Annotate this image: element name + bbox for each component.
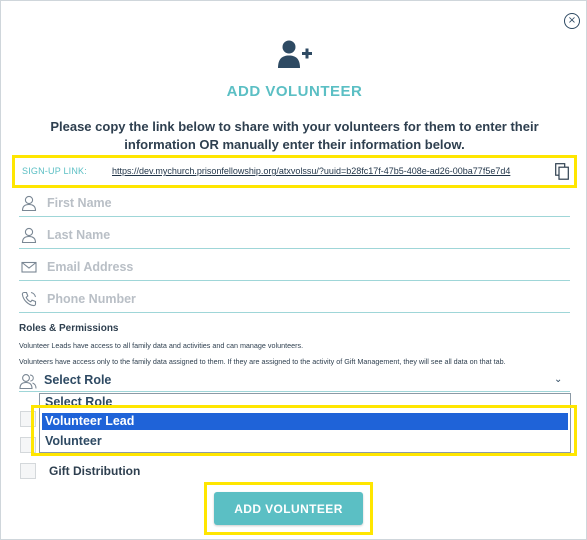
options-highlight-box — [31, 405, 577, 456]
phone-icon — [21, 291, 37, 307]
role-select[interactable]: Select Role ⌄ — [19, 370, 570, 392]
copy-icon[interactable] — [555, 163, 569, 180]
gift-distribution-checkbox[interactable] — [20, 463, 36, 479]
signup-link-label: SIGN-UP LINK: — [22, 166, 87, 176]
role-select-value: Select Role — [44, 373, 112, 387]
add-volunteer-button[interactable]: ADD VOLUNTEER — [214, 492, 363, 525]
phone-input[interactable] — [47, 289, 547, 309]
last-name-input[interactable] — [47, 225, 547, 245]
phone-field-row — [19, 287, 570, 313]
first-name-input[interactable] — [47, 193, 547, 213]
volunteer-lead-description: Volunteer Leads have access to all famil… — [19, 341, 304, 350]
email-input[interactable] — [47, 257, 547, 277]
volunteer-description: Volunteers have access only to the famil… — [19, 357, 506, 366]
add-button-highlight-box: ADD VOLUNTEER — [204, 482, 373, 535]
user-icon — [21, 195, 37, 211]
close-icon[interactable]: × — [564, 13, 580, 29]
chevron-down-icon[interactable]: ⌄ — [554, 374, 562, 385]
instructions-text: Please copy the link below to share with… — [50, 119, 539, 152]
envelope-icon — [21, 261, 37, 273]
email-field-row — [19, 255, 570, 281]
roles-permissions-heading: Roles & Permissions — [19, 323, 119, 334]
last-name-field-row — [19, 223, 570, 249]
add-volunteer-modal: × ADD VOLUNTEER Please copy the link bel… — [0, 0, 587, 540]
gift-distribution-label: Gift Distribution — [49, 464, 141, 478]
signup-link-row: SIGN-UP LINK: https://dev.mychurch.priso… — [12, 155, 577, 188]
signup-link[interactable]: https://dev.mychurch.prisonfellowship.or… — [112, 166, 510, 176]
first-name-field-row — [19, 191, 570, 217]
modal-title: ADD VOLUNTEER — [226, 83, 363, 100]
add-user-icon — [278, 40, 312, 68]
user-icon — [21, 227, 37, 243]
users-icon — [19, 374, 37, 389]
